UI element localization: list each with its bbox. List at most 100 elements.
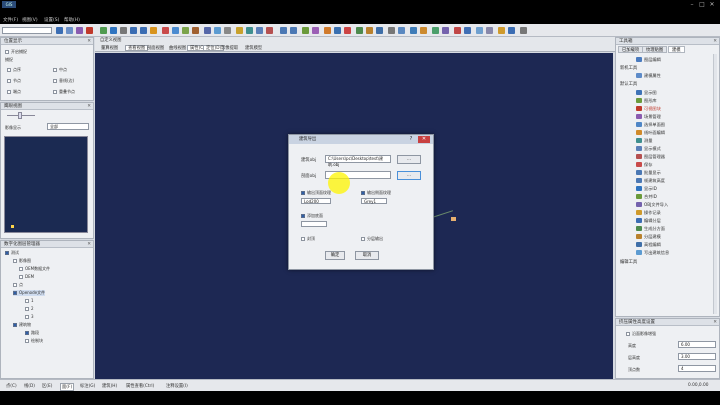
panel-close-icon[interactable]: ✕ [87,241,91,248]
snap-midpoint-checkbox[interactable] [53,68,57,72]
layered-output-checkbox[interactable] [361,237,365,241]
tree-checkbox[interactable] [25,339,29,343]
select-icon[interactable] [110,27,117,34]
snap-enable[interactable]: 开启捕捉 [5,49,27,55]
cap-option[interactable]: 封顶 [301,236,315,242]
layer-icon[interactable] [76,27,83,34]
tool-item[interactable]: 线叶面编辑 [636,129,716,136]
redo-icon[interactable] [290,27,297,34]
tree-checkbox[interactable] [13,259,17,263]
minimize-button[interactable]: – [688,1,696,8]
output-browse-button[interactable]: ... [397,171,421,180]
snap-overlap-checkbox[interactable] [53,90,57,94]
snap-enable-checkbox[interactable] [5,50,9,54]
snap-endpoint-checkbox[interactable] [7,90,11,94]
tree-node[interactable]: 建筑物 [13,322,31,328]
status-region[interactable]: 区(E) [42,383,52,389]
tree-node[interactable]: DEM [19,274,34,279]
zoom-out-icon[interactable] [140,27,147,34]
floor-height-input[interactable]: 3.00 [678,353,716,360]
panel-close-icon[interactable]: ✕ [87,38,91,45]
add-bottom-checkbox[interactable] [301,214,305,218]
tool-item[interactable]: 生成分方面 [636,225,716,232]
info-icon[interactable] [508,27,515,34]
maximize-button[interactable]: □ [698,1,706,8]
group-edit-tools[interactable]: 编辑工具 [620,259,637,265]
status-note-settings[interactable]: 注释设置(I) [166,383,188,389]
merge-icon[interactable] [366,27,373,34]
feature-line[interactable] [431,210,454,218]
tree-checkbox[interactable] [5,251,9,255]
status-point[interactable]: 点(C) [6,383,17,389]
dialog-close-button[interactable]: ✕ [418,136,430,143]
side-texture-select[interactable]: Grey1 [361,198,387,204]
panel-close-icon[interactable]: ✕ [713,38,717,45]
vertex-count-input[interactable]: 4 [678,365,716,372]
tool-item[interactable]: 显示ID [636,185,716,192]
pan-icon[interactable] [120,27,127,34]
add-bottom-option[interactable]: 添加底面 [301,213,323,219]
pin-icon[interactable] [344,27,351,34]
tool-item[interactable]: 批量显示 [636,169,716,176]
tab-measure-view[interactable]: 量算视图 [99,46,120,52]
status-line[interactable]: 线(D) [24,383,35,389]
tree-node[interactable]: 1 [25,298,34,303]
tool-item[interactable]: OBJ文件导入 [636,201,716,208]
building-icon[interactable] [192,27,199,34]
tool-item[interactable]: 合并ID [636,193,716,200]
tree-checkbox[interactable] [19,275,23,279]
tree-checkbox[interactable] [13,323,17,327]
menu-view[interactable]: 视图(V) [22,17,38,23]
grid-icon[interactable] [224,27,231,34]
tool-item[interactable]: 显示模式 [636,145,716,152]
tab-texture[interactable]: 纹理贴图 [642,46,668,53]
overview-select[interactable]: 全部 [47,123,89,130]
draw-point-icon[interactable] [162,27,169,34]
tree-checkbox[interactable] [25,315,29,319]
tab-loaded-items[interactable]: 已加载项 [618,46,644,53]
edit-icon[interactable] [356,27,363,34]
dialog-help-button[interactable]: ? [407,136,415,143]
snap-vertex-checkbox[interactable] [7,68,11,72]
tool-item[interactable]: 显示图 [636,89,716,96]
rotate-icon[interactable] [204,27,211,34]
height-input[interactable]: 6.00 [678,341,716,348]
panel-close-icon[interactable]: ✕ [713,319,717,326]
tree-checkbox[interactable] [25,331,29,335]
status-building[interactable]: 建筑(H) [102,383,117,389]
draw-polygon-icon[interactable] [182,27,189,34]
window-icon[interactable] [476,27,483,34]
tree-node[interactable]: 3 [25,314,34,319]
snap-icon[interactable] [324,27,331,34]
tool-item[interactable]: 编辑分层 [636,217,716,224]
settings-icon[interactable] [520,27,527,34]
tree-node[interactable]: Openode文件 [13,290,46,296]
menu-help[interactable]: 帮助(H) [64,17,80,23]
snap-overlap[interactable]: 重叠节点 [53,89,75,95]
status-attribute-view[interactable]: 属性查看(Ctrl) [126,383,154,389]
snap-endpoint[interactable]: 端点 [7,89,21,95]
table-icon[interactable] [410,27,417,34]
snap-perpendicular[interactable]: 垂线(边) [53,78,74,84]
add-bottom-select[interactable] [301,221,327,227]
cap-checkbox[interactable] [301,237,305,241]
opacity-slider-handle[interactable] [18,112,22,119]
tool-item[interactable]: 图层编辑 [636,56,716,63]
tool-item[interactable]: 测量 [636,137,716,144]
texture-icon[interactable] [256,27,263,34]
tree-node[interactable]: 绘制块 [25,338,43,344]
camera-icon[interactable] [334,27,341,34]
snap-vertex[interactable]: 点序 [7,67,21,73]
obj-path-input[interactable]: C:\Users\pc\Desktop\test\建筑.obj [325,155,391,167]
tree-checkbox[interactable] [19,267,23,271]
tile-icon[interactable] [486,27,493,34]
close-button[interactable]: ✕ [708,1,716,8]
feature-marker[interactable] [451,217,456,221]
group-default-tools[interactable]: 默认工具 [620,81,637,87]
add-icon[interactable] [100,27,107,34]
tab-curve-view[interactable]: 曲线视图 [167,46,188,52]
tree-node[interactable]: 2 [25,306,34,311]
status-face[interactable]: 面(F) [60,383,75,391]
tree-node[interactable]: 测试 [5,250,19,256]
split-icon[interactable] [376,27,383,34]
